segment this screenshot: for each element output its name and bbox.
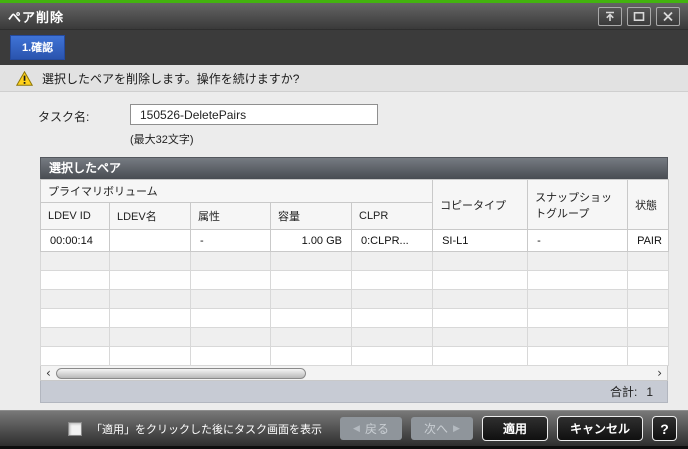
warning-bar: 選択したペアを削除します。操作を続けますか? — [0, 65, 688, 92]
empty-row — [40, 346, 670, 366]
next-button[interactable]: 次へ ▶ — [410, 417, 473, 440]
cell-status: PAIR — [627, 229, 670, 252]
next-arrow-icon: ▶ — [453, 423, 460, 433]
empty-row — [40, 289, 670, 309]
help-button[interactable]: ? — [652, 416, 677, 441]
action-bar: 「適用」をクリックした後にタスク画面を表示 ◀ 戻る 次へ ▶ 適用 キャンセル… — [0, 410, 688, 446]
dialog-content: 選択したペアを削除します。操作を続けますか? タスク名: (最大32文字) 選択… — [0, 65, 688, 410]
empty-row — [40, 270, 670, 290]
show-task-screen-checkbox[interactable] — [67, 421, 82, 436]
column-header-ldev-name[interactable]: LDEV名 — [109, 202, 191, 230]
cell-copy-type: SI-L1 — [432, 229, 529, 252]
maximize-icon — [633, 11, 645, 21]
wizard-steps: 1.確認 — [0, 30, 688, 65]
empty-row — [40, 308, 670, 328]
back-button[interactable]: ◀ 戻る — [339, 417, 402, 440]
total-label: 合計: — [609, 385, 638, 399]
column-header-capacity[interactable]: 容量 — [270, 202, 352, 230]
column-header-clpr[interactable]: CLPR — [350, 202, 434, 230]
close-button[interactable] — [656, 6, 680, 26]
rollup-icon — [606, 11, 614, 21]
scrollbar-track[interactable] — [55, 367, 652, 379]
show-task-screen-option[interactable]: 「適用」をクリックした後にタスク画面を表示 — [67, 421, 322, 437]
cell-clpr: 0:CLPR... — [350, 229, 434, 252]
column-header-ldev-id[interactable]: LDEV ID — [40, 202, 110, 230]
total-value: 1 — [646, 384, 653, 399]
total-bar: 合計: 1 — [40, 381, 668, 403]
cell-ldev-id: 00:00:14 — [40, 229, 110, 252]
column-header-snapshot-group[interactable]: スナップショットグループ — [527, 179, 629, 230]
selected-pairs-table: 選択したペア プライマリボリューム コピータイプ スナップショットグループ 状態… — [39, 157, 670, 403]
cancel-button[interactable]: キャンセル — [556, 416, 643, 441]
cell-capacity: 1.00 GB — [270, 229, 352, 252]
maximize-button[interactable] — [627, 6, 651, 26]
pair-delete-dialog: ペア削除 1.確認 選択したペアを削除します。操作を続けますか? タスク名: 1… — [0, 0, 688, 449]
group-header-primary-volume: プライマリボリューム — [39, 179, 434, 203]
cell-ldev-name — [109, 229, 191, 252]
warning-message: 選択したペアを削除します。操作を続けますか? — [42, 71, 300, 86]
back-arrow-icon: ◀ — [353, 423, 360, 433]
empty-row — [40, 327, 670, 347]
column-header-status[interactable]: 状態 — [627, 179, 670, 230]
column-header-attribute[interactable]: 属性 — [190, 202, 271, 230]
empty-row — [40, 251, 670, 271]
column-header-copy-type[interactable]: コピータイプ — [432, 179, 529, 230]
rollup-button[interactable] — [598, 6, 622, 26]
cell-attribute: - — [190, 229, 271, 252]
task-name-hint: (最大32文字) — [130, 134, 194, 146]
close-icon — [663, 11, 673, 21]
scrollbar-thumb[interactable] — [55, 367, 307, 379]
titlebar: ペア削除 — [0, 3, 688, 30]
cell-snapshot-group: - — [527, 229, 629, 252]
next-button-label: 次へ — [424, 422, 449, 436]
window-controls — [598, 6, 680, 26]
apply-button[interactable]: 適用 — [481, 416, 548, 441]
table-row[interactable]: 00:00:14 - 1.00 GB 0:CLPR... SI-L1 - PAI… — [40, 229, 670, 252]
table-title: 選択したペア — [40, 157, 668, 179]
horizontal-scrollbar[interactable]: ‹ › — [40, 366, 668, 381]
scroll-left-arrow[interactable]: ‹ — [46, 367, 51, 379]
task-name-label: タスク名: — [38, 110, 90, 124]
tab-confirm[interactable]: 1.確認 — [10, 35, 66, 60]
scroll-right-arrow[interactable]: › — [657, 367, 662, 379]
back-button-label: 戻る — [364, 422, 389, 436]
task-name-input[interactable] — [130, 104, 378, 125]
warning-icon — [16, 70, 33, 86]
task-name-row: タスク名: — [0, 104, 688, 125]
dialog-title: ペア削除 — [8, 9, 65, 25]
show-task-screen-label: 「適用」をクリックした後にタスク画面を表示 — [90, 423, 322, 436]
